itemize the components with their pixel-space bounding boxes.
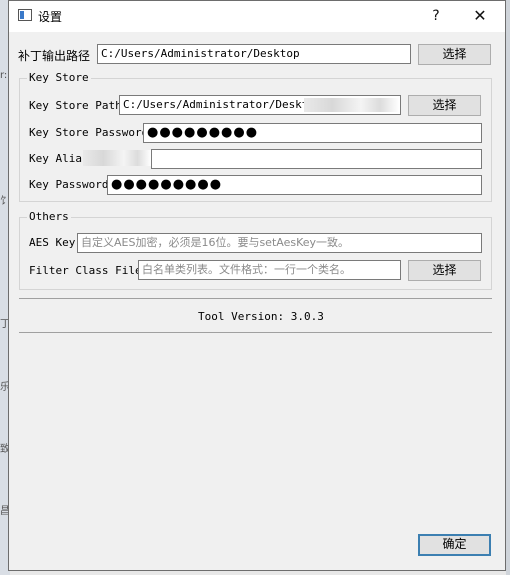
background-app-edge xyxy=(506,0,510,575)
separator xyxy=(19,298,492,299)
ok-button[interactable]: 确定 xyxy=(418,534,491,556)
others-group-title: Others xyxy=(27,210,71,223)
patch-output-label: 补丁输出路径 xyxy=(18,49,91,63)
key-password-label: Key Password xyxy=(29,178,109,191)
patch-output-select-button[interactable]: 选择 xyxy=(418,44,491,65)
settings-dialog: 设置 ? ✕ 补丁输出路径 C:/Users/Administrator/Des… xyxy=(8,0,506,571)
filter-class-file-label: Filter Class File xyxy=(29,264,142,277)
aes-key-field[interactable]: 自定义AES加密，必须是16位。要与setAesKey一致。 xyxy=(77,233,482,253)
key-store-path-label: Key Store Path xyxy=(29,99,122,112)
filter-class-file-field[interactable]: 白名单类列表。文件格式：一行一个类名。 xyxy=(138,260,401,280)
filter-class-file-select-button[interactable]: 选择 xyxy=(408,260,481,281)
redaction-blur xyxy=(304,98,399,112)
key-store-password-field[interactable]: ●●●●●●●●● xyxy=(143,123,482,143)
tool-version-text: Tool Version: 3.0.3 xyxy=(198,310,324,323)
window-icon xyxy=(18,9,32,21)
separator xyxy=(19,332,492,333)
key-password-field[interactable]: ●●●●●●●●● xyxy=(107,175,482,195)
close-icon[interactable]: ✕ xyxy=(467,5,493,27)
title-bar: 设置 ? ✕ xyxy=(9,1,505,32)
key-store-path-select-button[interactable]: 选择 xyxy=(408,95,481,116)
help-icon[interactable]: ? xyxy=(423,5,449,27)
key-store-password-label: Key Store Password xyxy=(29,126,149,139)
aes-key-label: AES Key xyxy=(29,236,76,249)
key-alias-field[interactable] xyxy=(151,149,482,169)
key-alias-label: Key Alia xyxy=(29,152,82,165)
redaction-blur xyxy=(83,150,151,166)
patch-output-field[interactable]: C:/Users/Administrator/Desktop xyxy=(97,44,411,64)
key-store-group-title: Key Store xyxy=(27,71,91,84)
window-title: 设置 xyxy=(38,10,63,24)
